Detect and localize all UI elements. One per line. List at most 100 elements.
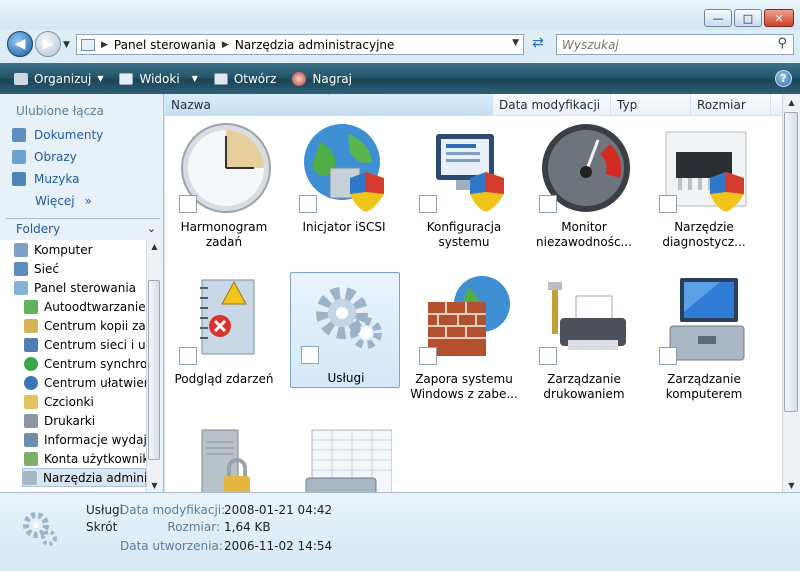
views-button[interactable]: Widoki ▼ — [111, 63, 205, 94]
scroll-down-icon[interactable]: ▼ — [783, 481, 800, 490]
minimize-button[interactable]: — — [704, 9, 732, 27]
shortcut-arrow-icon — [539, 347, 557, 365]
item-tile[interactable]: Harmonogram zadań — [169, 122, 279, 249]
item-tile-selected[interactable]: Usługi — [290, 272, 400, 388]
minimize-icon: — — [712, 11, 724, 25]
back-button[interactable]: ◀ — [7, 31, 33, 57]
item-label: Usługi — [327, 371, 365, 385]
tree-item[interactable]: Sieć — [14, 259, 59, 278]
address-history-dropdown-icon[interactable]: ▼ — [512, 38, 519, 48]
item-label: Harmonogram zadań — [180, 220, 268, 249]
shortcut-arrow-icon — [299, 195, 317, 213]
file-list-scrollbar[interactable]: ▲ ▼ — [782, 94, 800, 492]
details-pane: Usługi Skrót Data modyfikacji: 2008-01-2… — [0, 492, 800, 571]
title-bar: — □ ✕ — [0, 0, 800, 30]
tree-item-label: Centrum ułatwień — [44, 375, 146, 390]
tree-item[interactable]: Konta użytkownikó — [24, 449, 146, 468]
tree-item[interactable]: Centrum synchron — [24, 354, 146, 373]
item-tile[interactable]: Konfiguracja systemu — [409, 122, 519, 249]
help-button[interactable]: ? — [775, 70, 792, 87]
shortcut-arrow-icon — [659, 195, 677, 213]
refresh-button[interactable]: ⇄ — [527, 35, 549, 55]
double-chevron-icon: » — [84, 194, 92, 208]
server-lock-icon — [201, 429, 250, 492]
item-tile[interactable]: Monitor niezawodnośc... — [529, 122, 639, 249]
breadcrumb-separator-icon[interactable]: ▶ — [222, 40, 229, 50]
scrollbar-thumb[interactable] — [784, 112, 798, 412]
tree-item[interactable]: Centrum ułatwień — [24, 373, 146, 392]
computer-icon — [14, 242, 28, 257]
tree-item[interactable]: Komputer — [14, 240, 93, 259]
tree-item[interactable]: Autoodtwarzanie — [24, 297, 146, 316]
item-tile[interactable]: Zarządzanie drukowaniem — [529, 274, 639, 401]
control-panel-icon — [14, 280, 28, 295]
pictures-icon — [12, 150, 26, 164]
address-bar[interactable]: ▶ Panel sterowania ▶ Narzędzia administr… — [76, 34, 524, 55]
scroll-up-icon[interactable]: ▲ — [147, 242, 162, 251]
organize-button[interactable]: Organizuj ▼ — [6, 63, 111, 94]
maximize-button[interactable]: □ — [734, 9, 762, 27]
spreadsheet-toolbox-icon — [305, 429, 392, 492]
burn-button[interactable]: Nagraj — [284, 63, 360, 94]
documents-icon — [12, 128, 26, 142]
tree-item[interactable]: Czcionki — [24, 392, 94, 411]
more-links-button[interactable]: Więcej » — [35, 194, 92, 208]
detail-type: Skrót — [86, 520, 118, 534]
column-header-size[interactable]: Rozmiar — [691, 94, 771, 116]
item-label: Monitor niezawodnośc... — [536, 220, 632, 249]
item-tile[interactable]: Zarządzanie komputerem — [649, 274, 759, 401]
tree-item-label: Autoodtwarzanie — [44, 299, 146, 314]
item-tile[interactable]: Narzędzie diagnostycz... — [649, 122, 759, 249]
recent-pages-dropdown[interactable]: ▼ — [63, 40, 70, 50]
tree-item-label: Centrum sieci i ud — [44, 337, 146, 352]
tree-item[interactable]: Drukarki — [24, 411, 95, 430]
scroll-down-icon[interactable]: ▼ — [147, 481, 162, 490]
close-button[interactable]: ✕ — [764, 9, 794, 27]
tree-item-label: Konta użytkownikó — [44, 451, 146, 466]
scrollbar-thumb[interactable] — [148, 280, 160, 460]
fonts-icon — [24, 394, 38, 409]
explorer-window: — □ ✕ ◀ ▶ ▼ ▶ Panel sterowania ▶ Narzędz… — [0, 0, 800, 571]
forward-arrow-icon: ▶ — [42, 36, 54, 52]
help-icon: ? — [780, 72, 787, 85]
favorite-label: Obrazy — [34, 150, 77, 164]
forward-button[interactable]: ▶ — [35, 31, 61, 57]
admin-tools-icon — [23, 470, 37, 485]
column-header-type[interactable]: Typ — [611, 94, 691, 116]
open-button[interactable]: Otwórz — [206, 63, 285, 94]
breadcrumb-item[interactable]: Narzędzia administracyjne — [235, 38, 395, 52]
shortcut-arrow-icon — [179, 347, 197, 365]
tree-item[interactable]: Centrum sieci i ud — [24, 335, 146, 354]
tree-item[interactable]: Centrum kopii zap — [24, 316, 146, 335]
item-label: Podgląd zdarzeń — [174, 372, 274, 386]
organize-label: Organizuj — [34, 71, 92, 86]
favorite-pictures[interactable]: Obrazy — [12, 150, 77, 164]
tree-item[interactable]: Panel sterowania — [14, 278, 136, 297]
breadcrumb-separator-icon[interactable]: ▶ — [101, 40, 108, 50]
ease-of-access-icon — [24, 375, 38, 390]
close-icon: ✕ — [774, 11, 784, 25]
item-tile[interactable] — [289, 426, 399, 492]
favorite-documents[interactable]: Dokumenty — [12, 128, 103, 142]
backup-icon — [24, 318, 38, 333]
search-icon[interactable]: ⚲ — [777, 36, 787, 51]
item-tile[interactable]: Podgląd zdarzeń — [169, 274, 279, 390]
favorite-music[interactable]: Muzyka — [12, 172, 79, 186]
tree-item-selected[interactable]: Narzędzia adminis — [22, 468, 146, 487]
scroll-up-icon[interactable]: ▲ — [783, 98, 800, 107]
tree-item-label: Komputer — [34, 242, 93, 257]
tree-item[interactable]: Informacje wydajn — [24, 430, 146, 449]
breadcrumb-item[interactable]: Panel sterowania — [114, 38, 216, 52]
item-tile[interactable]: Inicjator iSCSI — [289, 122, 399, 238]
item-tile[interactable]: Zapora systemu Windows z zabe... — [409, 274, 519, 401]
tree-item-label: Drukarki — [44, 413, 96, 428]
chevron-down-icon: ⌄ — [146, 222, 156, 235]
search-input[interactable] — [557, 35, 757, 54]
folder-tree-scrollbar[interactable]: ▲ ▼ — [146, 240, 162, 492]
column-header-date[interactable]: Data modyfikacji — [493, 94, 611, 116]
search-box[interactable]: ⚲ — [556, 34, 794, 55]
shortcut-arrow-icon — [659, 347, 677, 365]
folders-header[interactable]: Foldery ⌄ — [6, 218, 160, 238]
column-headers: Nazwa ˄ Data modyfikacji Typ Rozmiar — [165, 94, 782, 116]
item-tile[interactable] — [169, 426, 279, 492]
